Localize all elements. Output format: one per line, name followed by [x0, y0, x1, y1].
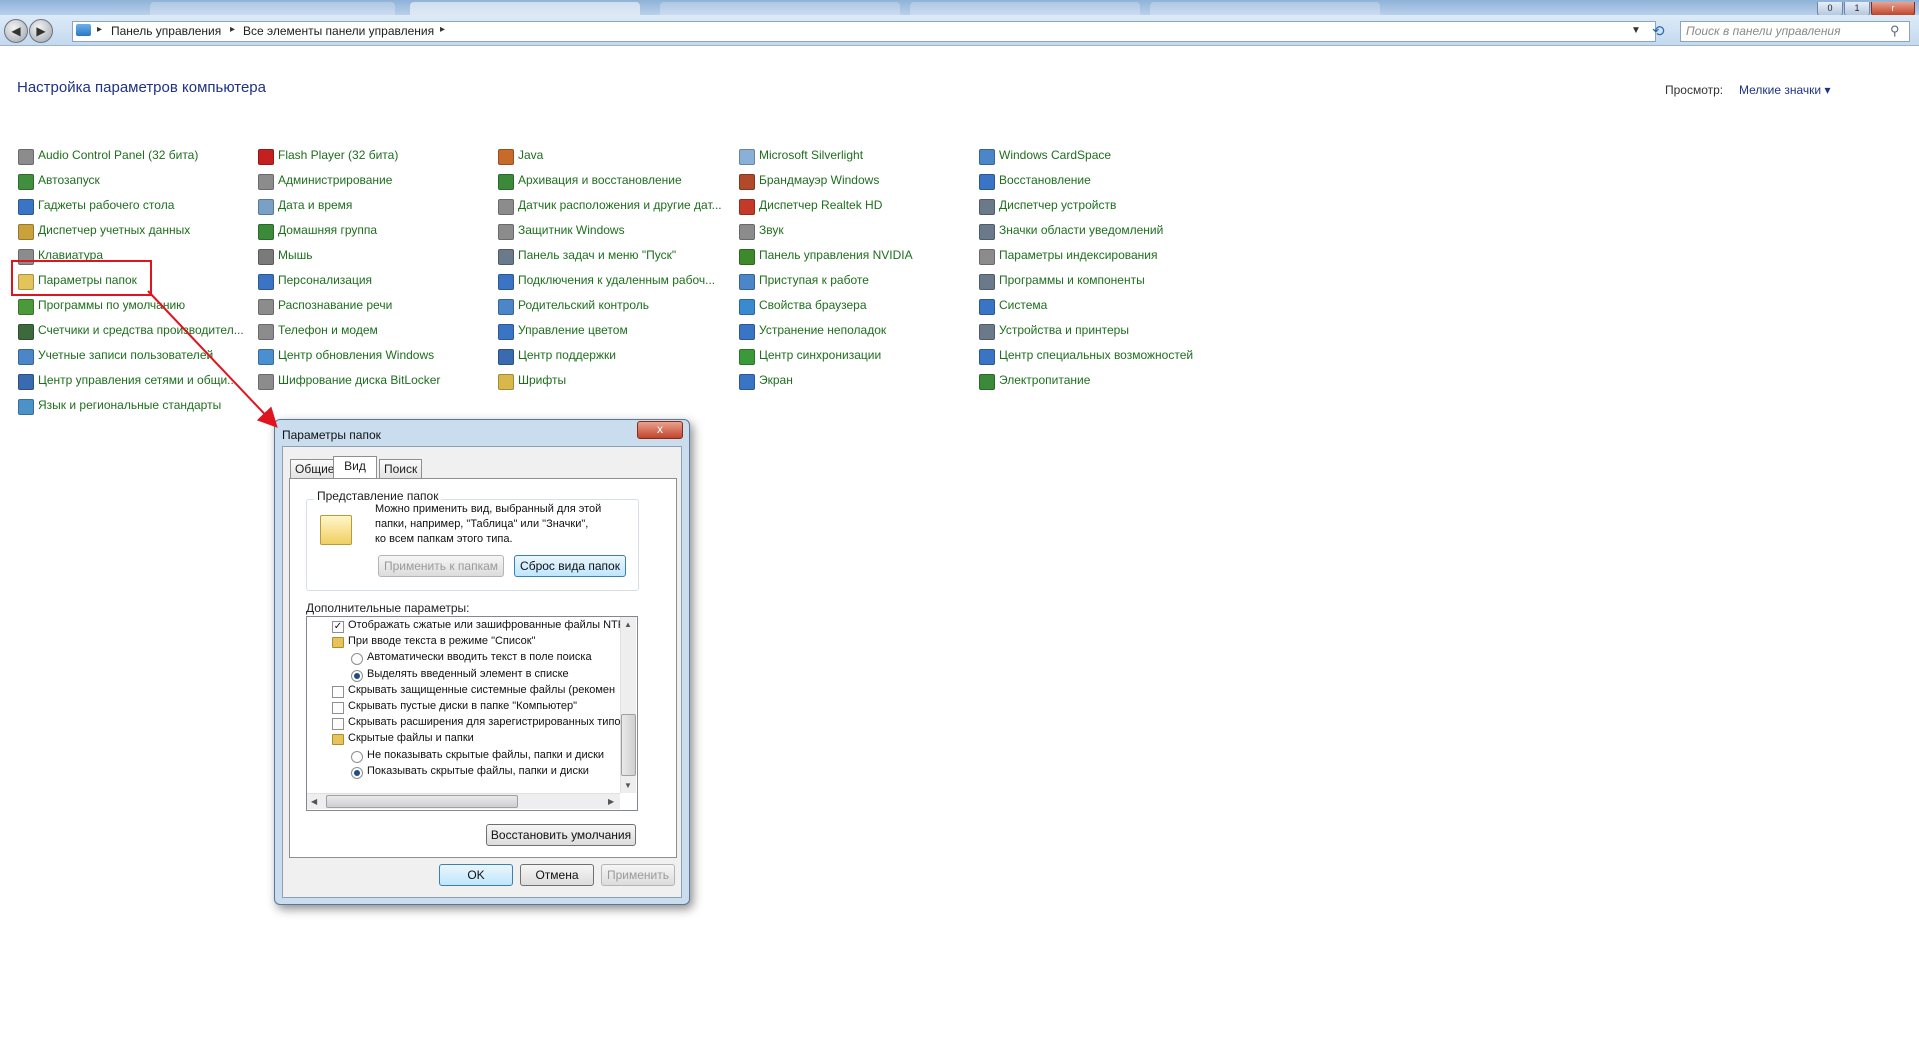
cardspace-icon	[979, 149, 995, 165]
view-mode-dropdown[interactable]: Мелкие значки ▾	[1739, 83, 1830, 97]
scroll-up-icon[interactable]: ▲	[624, 620, 632, 629]
checkbox[interactable]	[332, 702, 344, 714]
control-panel-item-label: Устранение неполадок	[759, 323, 887, 337]
tab-view[interactable]: Вид	[333, 456, 377, 478]
address-dropdown-icon[interactable]: ▼	[1631, 25, 1641, 36]
settings-row-label: Показывать скрытые файлы, папки и диски	[367, 765, 589, 777]
close-button[interactable]: r	[1871, 2, 1915, 16]
system-icon	[979, 299, 995, 315]
settings-row-label: Скрывать пустые диски в папке "Компьютер…	[348, 700, 578, 712]
indexing-icon	[979, 249, 995, 265]
printer-icon	[979, 324, 995, 340]
advanced-settings-rows: ✓ Отображать сжатые или зашифрованные фай…	[0, 0, 620, 793]
refresh-icon[interactable]: ⟲	[1652, 22, 1665, 40]
ok-button[interactable]: OK	[439, 864, 513, 886]
scroll-right-icon[interactable]: ▶	[608, 797, 614, 806]
radio-selected[interactable]	[351, 670, 363, 682]
control-panel-item-label: Экран	[759, 373, 793, 387]
control-panel-item-label: Приступая к работе	[759, 273, 869, 287]
programs-icon	[979, 274, 995, 290]
apply-button[interactable]: Применить	[601, 864, 675, 886]
control-panel-item-label: Диспетчер Realtek HD	[759, 198, 883, 212]
control-panel-item-label: Microsoft Silverlight	[759, 148, 864, 162]
checkbox[interactable]	[332, 686, 344, 698]
dialog-close-button[interactable]: x	[637, 421, 683, 439]
control-panel-item-label: Значки области уведомлений	[999, 223, 1164, 237]
cancel-button[interactable]: Отмена	[520, 864, 594, 886]
background-tab[interactable]	[1150, 2, 1380, 15]
control-panel-item-label: Параметры индексирования	[999, 248, 1158, 262]
getting-started-icon	[739, 274, 755, 290]
control-panel-item-label: Программы и компоненты	[999, 273, 1145, 287]
settings-row-label: Не показывать скрытые файлы, папки и дис…	[367, 749, 605, 761]
control-panel-item-label: Центр синхронизации	[759, 348, 882, 362]
restore-defaults-button[interactable]: Восстановить умолчания	[486, 824, 636, 846]
silverlight-icon	[739, 149, 755, 165]
vertical-scroll-thumb[interactable]	[621, 714, 636, 776]
settings-row-label: Отображать сжатые или зашифрованные файл…	[348, 619, 620, 631]
nvidia-icon	[739, 249, 755, 265]
view-label: Просмотр:	[1665, 83, 1724, 97]
control-panel-item-label: Система	[999, 298, 1048, 312]
radio-button[interactable]	[351, 653, 363, 665]
window-controls: 01r	[1816, 0, 1915, 16]
search-icon[interactable]: ⚲	[1890, 23, 1900, 39]
settings-row-label: Скрывать расширения для зарегистрированн…	[348, 716, 620, 728]
search-placeholder: Поиск в панели управления	[1686, 24, 1841, 38]
horizontal-scroll-thumb[interactable]	[326, 795, 518, 808]
realtek-icon	[739, 199, 755, 215]
recovery-icon	[979, 174, 995, 190]
settings-row-label: Скрытые файлы и папки	[348, 732, 474, 744]
background-tab[interactable]	[910, 2, 1140, 15]
background-tab[interactable]	[660, 2, 900, 15]
display-icon	[739, 374, 755, 390]
control-panel-item-label: Устройства и принтеры	[999, 323, 1129, 337]
speaker-icon	[739, 224, 755, 240]
scroll-down-icon[interactable]: ▼	[624, 781, 632, 790]
notification-icon	[979, 224, 995, 240]
control-panel-item-label: Свойства браузера	[759, 298, 867, 312]
minimize-button[interactable]: 0	[1817, 2, 1843, 16]
scroll-left-icon[interactable]: ◀	[311, 797, 317, 806]
maximize-button[interactable]: 1	[1844, 2, 1870, 16]
internet-options-icon	[739, 299, 755, 315]
settings-row-label: При вводе текста в режиме "Список"	[348, 635, 536, 647]
checkbox-checked[interactable]: ✓	[332, 621, 344, 633]
control-panel-item-label: Windows CardSpace	[999, 148, 1112, 162]
sync-icon	[739, 349, 755, 365]
control-panel-item-label: Диспетчер устройств	[999, 198, 1117, 212]
radio-button[interactable]	[351, 751, 363, 763]
radio-selected[interactable]	[351, 767, 363, 779]
control-panel-item-label: Центр специальных возможностей	[999, 348, 1194, 362]
settings-row-label: Выделять введенный элемент в списке	[367, 668, 569, 680]
control-panel-item-label: Восстановление	[999, 173, 1091, 187]
troubleshoot-icon	[739, 324, 755, 340]
device-manager-icon	[979, 199, 995, 215]
firewall-icon	[739, 174, 755, 190]
control-panel-item-label: Электропитание	[999, 373, 1091, 387]
control-panel-item-label: Звук	[759, 223, 784, 237]
checkbox[interactable]	[332, 718, 344, 730]
settings-row-label: Скрывать защищенные системные файлы (рек…	[348, 684, 616, 696]
control-panel-item-label: Брандмауэр Windows	[759, 173, 880, 187]
folder-icon	[332, 637, 344, 648]
accessibility-icon	[979, 349, 995, 365]
control-panel-item-label: Панель управления NVIDIA	[759, 248, 913, 262]
settings-row-label: Автоматически вводить текст в поле поиск…	[367, 651, 592, 663]
power-icon	[979, 374, 995, 390]
folder-icon	[332, 734, 344, 745]
